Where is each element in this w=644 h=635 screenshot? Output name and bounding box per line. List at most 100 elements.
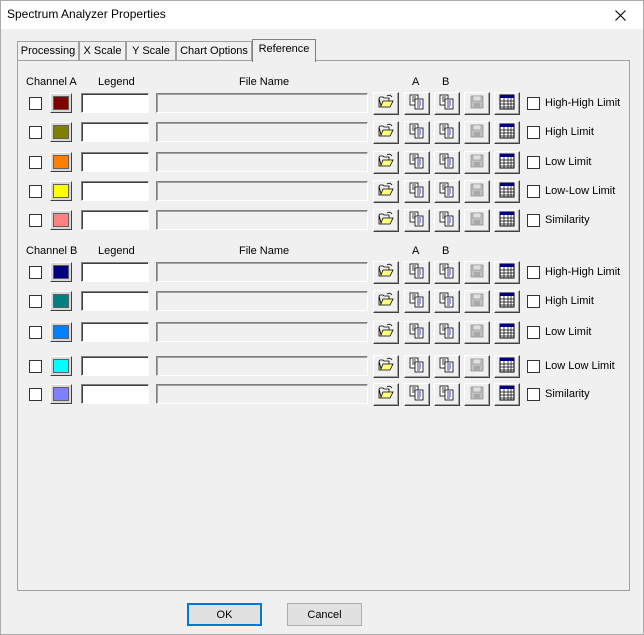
- copy-a-button[interactable]: [404, 321, 430, 344]
- copy-a-icon: [409, 357, 425, 376]
- table-button[interactable]: [494, 321, 520, 344]
- table-button[interactable]: [494, 261, 520, 284]
- color-swatch-button[interactable]: [50, 356, 72, 376]
- enable-checkbox[interactable]: [29, 326, 42, 339]
- tab-processing[interactable]: Processing: [17, 41, 79, 61]
- color-swatch-button[interactable]: [50, 122, 72, 142]
- tab-reference[interactable]: Reference: [252, 39, 316, 62]
- enable-checkbox[interactable]: [29, 295, 42, 308]
- save-button[interactable]: [464, 180, 490, 203]
- tab-y-scale[interactable]: Y Scale: [126, 41, 176, 61]
- copy-b-button[interactable]: [434, 355, 460, 378]
- enable-checkbox[interactable]: [29, 266, 42, 279]
- copy-b-button[interactable]: [434, 151, 460, 174]
- copy-b-button[interactable]: [434, 321, 460, 344]
- table-button[interactable]: [494, 290, 520, 313]
- enable-checkbox[interactable]: [29, 214, 42, 227]
- open-file-button[interactable]: [373, 355, 399, 378]
- legend-input[interactable]: [81, 152, 149, 172]
- limit-checkbox[interactable]: [527, 185, 540, 198]
- copy-b-button[interactable]: [434, 261, 460, 284]
- limit-checkbox[interactable]: [527, 214, 540, 227]
- table-button[interactable]: [494, 209, 520, 232]
- copy-b-button[interactable]: [434, 92, 460, 115]
- enable-checkbox[interactable]: [29, 156, 42, 169]
- copy-b-button[interactable]: [434, 209, 460, 232]
- legend-input[interactable]: [81, 291, 149, 311]
- table-button[interactable]: [494, 92, 520, 115]
- color-swatch-button[interactable]: [50, 384, 72, 404]
- copy-a-button[interactable]: [404, 180, 430, 203]
- color-swatch-button[interactable]: [50, 291, 72, 311]
- color-swatch-button[interactable]: [50, 262, 72, 282]
- color-swatch-button[interactable]: [50, 93, 72, 113]
- legend-input[interactable]: [81, 322, 149, 342]
- copy-a-button[interactable]: [404, 261, 430, 284]
- legend-input[interactable]: [81, 356, 149, 376]
- legend-input[interactable]: [81, 93, 149, 113]
- table-button[interactable]: [494, 355, 520, 378]
- enable-checkbox[interactable]: [29, 388, 42, 401]
- table-button[interactable]: [494, 180, 520, 203]
- copy-a-button[interactable]: [404, 151, 430, 174]
- copy-a-button[interactable]: [404, 92, 430, 115]
- open-file-button[interactable]: [373, 151, 399, 174]
- color-swatch-fill: [53, 387, 69, 401]
- save-button[interactable]: [464, 92, 490, 115]
- limit-checkbox[interactable]: [527, 360, 540, 373]
- copy-a-button[interactable]: [404, 355, 430, 378]
- save-button[interactable]: [464, 290, 490, 313]
- open-file-button[interactable]: [373, 121, 399, 144]
- enable-checkbox[interactable]: [29, 126, 42, 139]
- limit-checkbox[interactable]: [527, 326, 540, 339]
- copy-b-button[interactable]: [434, 121, 460, 144]
- save-button[interactable]: [464, 355, 490, 378]
- color-swatch-button[interactable]: [50, 322, 72, 342]
- ok-button[interactable]: OK: [187, 603, 262, 626]
- legend-input[interactable]: [81, 181, 149, 201]
- save-button[interactable]: [464, 151, 490, 174]
- save-button[interactable]: [464, 383, 490, 406]
- tab-x-scale[interactable]: X Scale: [79, 41, 126, 61]
- enable-checkbox[interactable]: [29, 185, 42, 198]
- save-button[interactable]: [464, 261, 490, 284]
- copy-a-button[interactable]: [404, 383, 430, 406]
- open-file-button[interactable]: [373, 180, 399, 203]
- legend-input[interactable]: [81, 384, 149, 404]
- limit-checkbox[interactable]: [527, 266, 540, 279]
- color-swatch-button[interactable]: [50, 181, 72, 201]
- copy-b-button[interactable]: [434, 180, 460, 203]
- copy-a-button[interactable]: [404, 121, 430, 144]
- close-button[interactable]: [597, 1, 643, 29]
- cancel-button[interactable]: Cancel: [287, 603, 362, 626]
- limit-checkbox[interactable]: [527, 156, 540, 169]
- save-button[interactable]: [464, 121, 490, 144]
- copy-b-button[interactable]: [434, 290, 460, 313]
- open-file-button[interactable]: [373, 261, 399, 284]
- open-file-button[interactable]: [373, 92, 399, 115]
- open-file-button[interactable]: [373, 321, 399, 344]
- limit-checkbox[interactable]: [527, 295, 540, 308]
- save-button[interactable]: [464, 321, 490, 344]
- save-button[interactable]: [464, 209, 490, 232]
- copy-b-button[interactable]: [434, 383, 460, 406]
- limit-checkbox[interactable]: [527, 126, 540, 139]
- copy-a-button[interactable]: [404, 209, 430, 232]
- limit-checkbox[interactable]: [527, 388, 540, 401]
- table-button[interactable]: [494, 383, 520, 406]
- color-swatch-button[interactable]: [50, 152, 72, 172]
- tab-chart-options[interactable]: Chart Options: [176, 41, 252, 61]
- table-button[interactable]: [494, 121, 520, 144]
- legend-input[interactable]: [81, 122, 149, 142]
- table-button[interactable]: [494, 151, 520, 174]
- legend-input[interactable]: [81, 210, 149, 230]
- open-file-button[interactable]: [373, 209, 399, 232]
- enable-checkbox[interactable]: [29, 97, 42, 110]
- limit-checkbox[interactable]: [527, 97, 540, 110]
- color-swatch-button[interactable]: [50, 210, 72, 230]
- open-file-button[interactable]: [373, 383, 399, 406]
- enable-checkbox[interactable]: [29, 360, 42, 373]
- open-file-button[interactable]: [373, 290, 399, 313]
- legend-input[interactable]: [81, 262, 149, 282]
- copy-a-button[interactable]: [404, 290, 430, 313]
